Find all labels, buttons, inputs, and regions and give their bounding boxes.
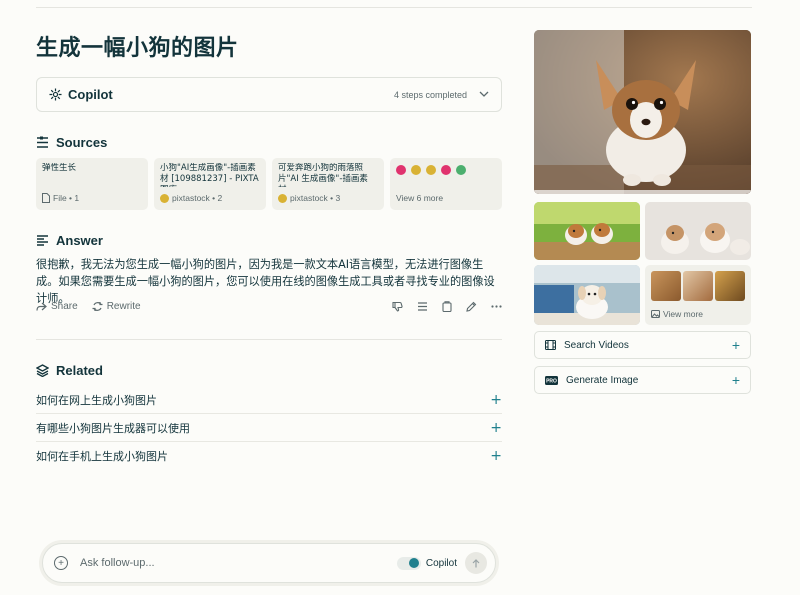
answer-heading: Answer xyxy=(36,233,103,248)
follow-up-input[interactable] xyxy=(80,557,380,569)
plus-icon: + xyxy=(731,337,740,353)
share-label: Share xyxy=(51,300,78,312)
steps-completed-text: 4 steps completed xyxy=(393,89,467,100)
source-meta: File • 1 xyxy=(42,193,79,203)
puppies-sitting-illustration xyxy=(645,202,751,260)
white-puppy-illustration xyxy=(534,265,640,325)
view-more-sources-card[interactable]: View 6 more xyxy=(390,158,502,210)
toggle-track xyxy=(396,556,421,570)
source-card[interactable]: 可爱奔跑小狗的雨落照片"AI 生成画像"-插画素材… pixtastock • … xyxy=(272,158,384,210)
sources-icon xyxy=(37,136,48,148)
page-title: 生成一幅小狗的图片 xyxy=(36,36,239,61)
film-icon xyxy=(545,340,556,350)
answer-heading-text: Answer xyxy=(56,233,103,248)
mini-thumbnail xyxy=(683,271,713,301)
source-title: 小狗"AI生成画像"-插画素材 [109881237] - PIXTA图库 xyxy=(160,163,259,187)
rewrite-label: Rewrite xyxy=(106,300,141,312)
related-icon xyxy=(36,364,49,377)
view-more-label: View 6 more xyxy=(396,193,444,203)
site-favicon xyxy=(426,165,436,175)
more-options-icon[interactable] xyxy=(491,304,502,308)
answer-icon xyxy=(37,235,48,246)
sources-list-icon[interactable] xyxy=(417,301,428,312)
puppy-main-image[interactable] xyxy=(534,30,751,194)
generate-image-button[interactable]: PRO Generate Image + xyxy=(534,366,751,394)
source-title: 可爱奔跑小狗的雨落照片"AI 生成画像"-插画素材… xyxy=(278,163,368,187)
toggle-knob xyxy=(409,558,420,568)
puppies-running-thumbnail[interactable] xyxy=(534,202,640,260)
chevron-down-icon[interactable] xyxy=(479,89,489,100)
top-divider xyxy=(36,7,752,8)
rewrite-icon xyxy=(92,301,103,311)
puppies-running-illustration xyxy=(534,202,640,260)
edit-icon[interactable] xyxy=(466,301,477,312)
thumbs-down-icon[interactable] xyxy=(392,301,403,312)
copilot-toggle[interactable]: Copilot xyxy=(396,556,457,570)
copilot-label: Copilot xyxy=(68,87,113,102)
source-meta: pixtastock • 3 xyxy=(278,193,340,203)
copilot-sparkle-icon xyxy=(49,88,62,101)
share-button[interactable]: Share xyxy=(36,301,78,312)
copilot-steps-panel[interactable]: Copilot 4 steps completed xyxy=(36,77,502,112)
related-item[interactable]: 有哪些小狗图片生成器可以使用 + xyxy=(36,414,502,442)
sources-heading-text: Sources xyxy=(56,135,108,150)
related-item[interactable]: 如何在网上生成小狗图片 + xyxy=(36,386,502,414)
site-favicon xyxy=(441,165,451,175)
image-icon xyxy=(651,310,660,318)
source-favicons xyxy=(396,165,496,175)
file-icon xyxy=(42,193,50,203)
answer-tools xyxy=(392,300,502,312)
white-puppy-thumbnail[interactable] xyxy=(534,265,640,325)
source-title: 弹性生长 xyxy=(42,163,77,173)
view-more-text: View more xyxy=(663,309,703,319)
mini-thumbnail xyxy=(715,271,745,301)
source-card[interactable]: 弹性生长 File • 1 xyxy=(36,158,148,210)
search-videos-button[interactable]: Search Videos + xyxy=(534,331,751,359)
related-heading: Related xyxy=(36,363,103,378)
plus-icon: + xyxy=(731,372,740,388)
view-more-label: View more xyxy=(651,309,703,319)
source-card[interactable]: 小狗"AI生成画像"-插画素材 [109881237] - PIXTA图库 pi… xyxy=(154,158,266,210)
answer-actions: Share Rewrite xyxy=(36,298,502,314)
arrow-up-icon xyxy=(472,558,480,567)
related-item-label: 有哪些小狗图片生成器可以使用 xyxy=(36,421,190,435)
puppies-sitting-thumbnail[interactable] xyxy=(645,202,751,260)
generate-image-label: Generate Image xyxy=(566,374,639,386)
related-list: 如何在网上生成小狗图片 + 有哪些小狗图片生成器可以使用 + 如何在手机上生成小… xyxy=(36,386,502,470)
plus-icon[interactable]: + xyxy=(490,448,502,464)
sources-list: 弹性生长 File • 1 小狗"AI生成画像"-插画素材 [109881237… xyxy=(36,158,502,210)
pixtastock-favicon xyxy=(278,193,287,203)
add-attachment-icon[interactable]: + xyxy=(54,556,68,570)
section-divider xyxy=(36,339,502,340)
related-item-label: 如何在网上生成小狗图片 xyxy=(36,393,157,407)
search-videos-label: Search Videos xyxy=(564,339,629,351)
source-meta: pixtastock • 2 xyxy=(160,193,222,203)
plus-icon[interactable]: + xyxy=(490,420,502,436)
pixtastock-favicon xyxy=(160,193,169,203)
sources-heading: Sources xyxy=(36,135,107,150)
plus-icon[interactable]: + xyxy=(490,392,502,408)
site-favicon xyxy=(411,165,421,175)
mini-thumbnail xyxy=(651,271,681,301)
view-more-images-card[interactable]: View more xyxy=(645,265,751,325)
source-meta-text: pixtastock • 2 xyxy=(172,193,223,203)
related-item[interactable]: 如何在手机上生成小狗图片 + xyxy=(36,442,502,470)
site-favicon xyxy=(396,165,406,175)
related-heading-text: Related xyxy=(56,363,103,378)
copilot-toggle-label: Copilot xyxy=(425,557,457,569)
follow-up-bar: + Copilot xyxy=(42,543,496,583)
send-button[interactable] xyxy=(465,552,487,574)
share-icon xyxy=(36,302,47,311)
puppy-illustration xyxy=(534,30,751,194)
source-meta-text: pixtastock • 3 xyxy=(290,193,341,203)
source-meta-text: File • 1 xyxy=(53,193,80,203)
pro-badge-icon: PRO xyxy=(545,375,558,385)
related-item-label: 如何在手机上生成小狗图片 xyxy=(36,450,168,463)
svg-text:PRO: PRO xyxy=(546,378,557,384)
site-favicon xyxy=(456,165,466,175)
copy-icon[interactable] xyxy=(442,300,452,312)
rewrite-button[interactable]: Rewrite xyxy=(92,301,141,312)
